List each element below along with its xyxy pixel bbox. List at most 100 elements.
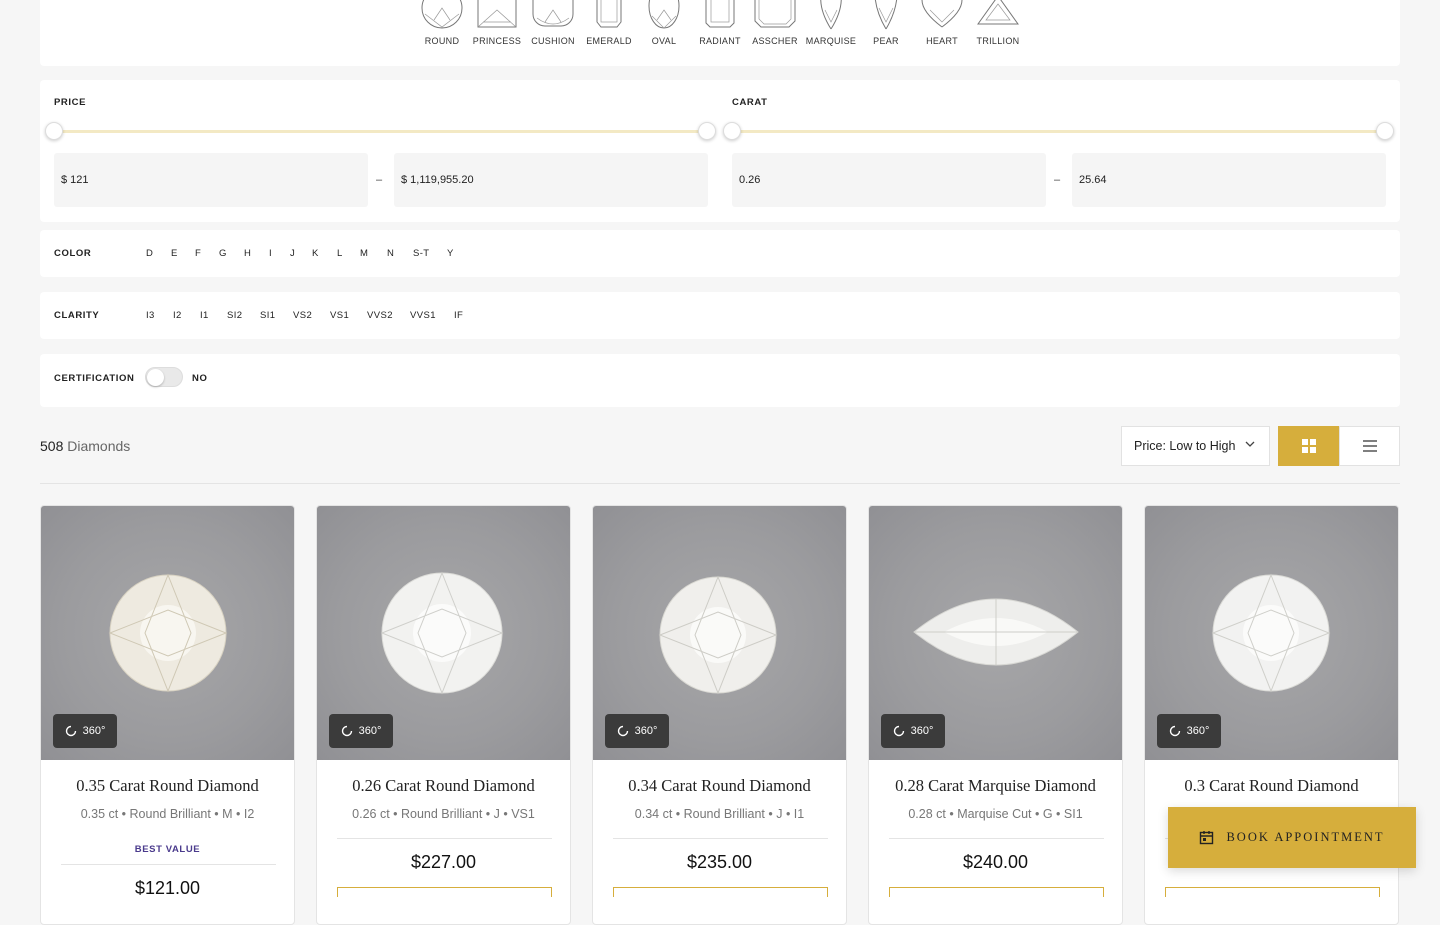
color-option-f[interactable]: F: [195, 248, 201, 259]
product-title[interactable]: 0.34 Carat Round Diamond: [593, 776, 846, 796]
clarity-option-vvs2[interactable]: VVS2: [367, 310, 393, 321]
product-specs: 0.26 ct • Round Brilliant • J • VS1: [352, 807, 535, 821]
carat-min-input[interactable]: [732, 153, 1046, 207]
shape-option-trillion[interactable]: TRILLION: [970, 0, 1026, 46]
results-divider: [40, 483, 1400, 484]
shape-option-round[interactable]: ROUND: [414, 0, 470, 46]
color-option-y[interactable]: Y: [447, 248, 454, 259]
princess-shape-icon: [477, 0, 517, 28]
clarity-option-vs2[interactable]: VS2: [293, 310, 312, 321]
toggle-knob: [147, 369, 164, 386]
360-view-button[interactable]: 360°: [605, 714, 669, 748]
rotate-icon: [341, 725, 352, 737]
round-shape-icon: [421, 0, 463, 29]
product-action-button[interactable]: [337, 887, 552, 897]
color-option-m[interactable]: M: [360, 248, 368, 259]
product-title[interactable]: 0.35 Carat Round Diamond: [41, 776, 294, 796]
price-slider-max-handle[interactable]: [698, 122, 716, 140]
color-option-i[interactable]: I: [269, 248, 272, 259]
asscher-shape-icon: [754, 0, 796, 28]
product-card[interactable]: 360° 0.26 Carat Round Diamond 0.26 ct • …: [316, 505, 571, 925]
carat-max-input[interactable]: [1072, 153, 1386, 207]
color-option-g[interactable]: G: [219, 248, 227, 259]
360-view-button[interactable]: 360°: [53, 714, 117, 748]
calendar-icon: [1200, 831, 1214, 845]
clarity-option-i1[interactable]: I1: [200, 310, 209, 321]
carat-slider-max-handle[interactable]: [1376, 122, 1394, 140]
product-specs: 0.34 ct • Round Brilliant • J • I1: [634, 807, 805, 821]
product-photo[interactable]: 360°: [593, 506, 846, 760]
product-price: $121.00: [134, 878, 201, 898]
color-option-s-t[interactable]: S-T: [413, 248, 430, 259]
clarity-option-vvs1[interactable]: VVS1: [410, 310, 436, 321]
color-label: COLOR: [54, 248, 92, 259]
product-title[interactable]: 0.3 Carat Round Diamond: [1145, 776, 1398, 796]
price-label: PRICE: [54, 97, 87, 108]
clarity-option-if[interactable]: IF: [454, 310, 463, 321]
color-option-h[interactable]: H: [244, 248, 251, 259]
360-view-button[interactable]: 360°: [881, 714, 945, 748]
book-appointment-label: BOOK APPOINTMENT: [1226, 830, 1385, 844]
color-option-d[interactable]: D: [146, 248, 153, 259]
shape-option-pear[interactable]: PEAR: [858, 0, 914, 46]
product-photo[interactable]: 360°: [317, 506, 570, 760]
color-option-j[interactable]: J: [290, 248, 295, 259]
shape-option-radiant[interactable]: RADIANT: [692, 0, 748, 46]
color-option-l[interactable]: L: [337, 248, 343, 259]
product-action-button[interactable]: [613, 887, 828, 897]
shape-option-princess[interactable]: PRINCESS: [469, 0, 525, 46]
best-value-badge: BEST VALUE: [134, 844, 201, 855]
certification-value: NO: [192, 373, 208, 384]
product-card[interactable]: 360° 0.28 Carat Marquise Diamond 0.28 ct…: [868, 505, 1123, 925]
color-option-n[interactable]: N: [387, 248, 394, 259]
price-slider-min-handle[interactable]: [45, 122, 63, 140]
price-max-input[interactable]: [394, 153, 708, 207]
price-slider-track[interactable]: [54, 130, 708, 133]
rotate-icon: [893, 725, 904, 737]
product-card[interactable]: 360° 0.34 Carat Round Diamond 0.34 ct • …: [592, 505, 847, 925]
certification-toggle[interactable]: [145, 367, 183, 387]
card-divider: [61, 864, 276, 865]
clarity-option-vs1[interactable]: VS1: [330, 310, 349, 321]
360-label: 360°: [1186, 725, 1210, 737]
product-title[interactable]: 0.26 Carat Round Diamond: [317, 776, 570, 796]
price-range-separator: –: [376, 174, 383, 186]
shape-option-heart[interactable]: HEART: [914, 0, 970, 46]
card-divider: [337, 838, 552, 839]
product-specs: 0.28 ct • Marquise Cut • G • SI1: [908, 807, 1083, 821]
book-appointment-button[interactable]: BOOK APPOINTMENT: [1168, 807, 1416, 868]
360-view-button[interactable]: 360°: [329, 714, 393, 748]
price-min-input[interactable]: [54, 153, 368, 207]
color-option-e[interactable]: E: [171, 248, 178, 259]
product-photo[interactable]: 360°: [869, 506, 1122, 760]
product-photo[interactable]: 360°: [41, 506, 294, 760]
sort-dropdown[interactable]: Price: Low to High: [1121, 426, 1270, 466]
360-view-button[interactable]: 360°: [1157, 714, 1221, 748]
shape-option-oval[interactable]: OVAL: [636, 0, 692, 46]
product-photo[interactable]: 360°: [1145, 506, 1398, 760]
product-card[interactable]: 360° 0.35 Carat Round Diamond 0.35 ct • …: [40, 505, 295, 925]
grid-view-button[interactable]: [1278, 426, 1339, 466]
product-action-button[interactable]: [1165, 887, 1380, 897]
carat-slider-min-handle[interactable]: [723, 122, 741, 140]
product-title[interactable]: 0.28 Carat Marquise Diamond: [869, 776, 1122, 796]
list-view-button[interactable]: [1339, 426, 1400, 466]
clarity-option-si1[interactable]: SI1: [260, 310, 275, 321]
radiant-shape-icon: [705, 0, 735, 28]
shape-option-emerald[interactable]: EMERALD: [581, 0, 637, 46]
360-label: 360°: [910, 725, 934, 737]
shape-option-cushion[interactable]: CUSHION: [525, 0, 581, 46]
shape-option-marquise[interactable]: MARQUISE: [803, 0, 859, 46]
clarity-option-si2[interactable]: SI2: [227, 310, 242, 321]
360-label: 360°: [634, 725, 658, 737]
results-count-label: Diamonds: [67, 438, 131, 454]
product-specs: 0.35 ct • Round Brilliant • M • I2: [80, 807, 255, 821]
carat-slider-track[interactable]: [732, 130, 1386, 133]
clarity-option-i3[interactable]: I3: [146, 310, 155, 321]
shape-option-asscher[interactable]: ASSCHER: [747, 0, 803, 46]
range-filter-panel: PRICE – CARAT –: [40, 80, 1400, 222]
product-action-button[interactable]: [889, 887, 1104, 897]
list-icon: [1362, 440, 1377, 452]
color-option-k[interactable]: K: [312, 248, 319, 259]
clarity-option-i2[interactable]: I2: [173, 310, 182, 321]
